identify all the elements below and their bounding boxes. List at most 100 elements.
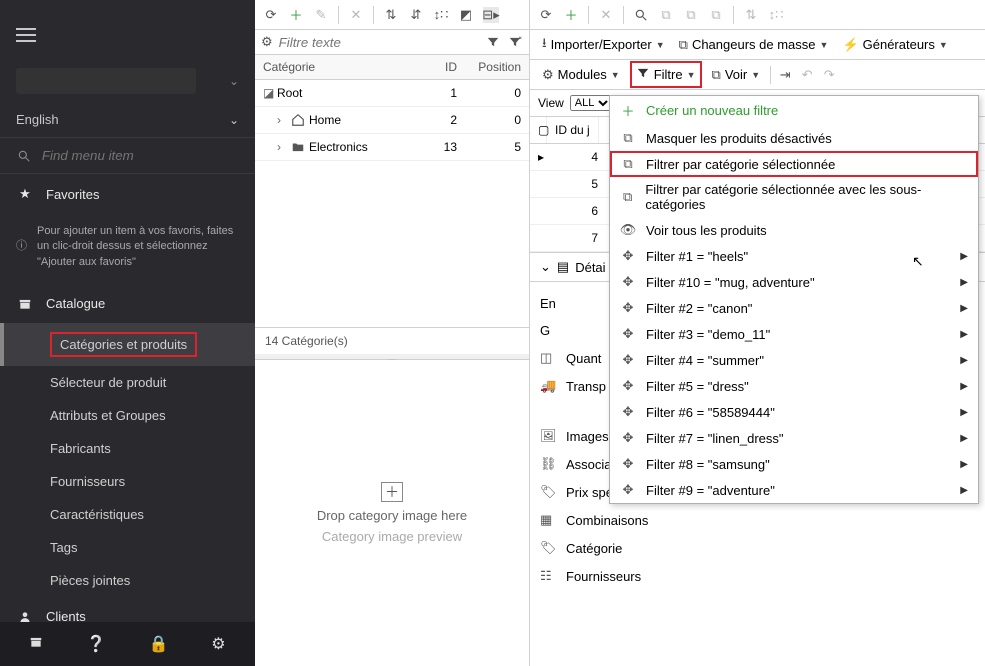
drop-subtitle: Category image preview xyxy=(322,529,462,544)
filter-dropdown[interactable]: Filtre▼ xyxy=(630,61,702,88)
sidebar-clients[interactable]: Clients xyxy=(0,597,255,622)
settings-icon[interactable]: ⊟▸ xyxy=(483,7,499,23)
edit-icon: ✎ xyxy=(313,7,329,23)
menu-filter-by-category[interactable]: ⧉Filtrer par catégorie sélectionnée↖ xyxy=(610,151,978,177)
grid-id-header[interactable]: ID du j xyxy=(547,117,599,143)
modules-dropdown[interactable]: ⚙Modules▼ xyxy=(538,64,624,86)
refresh-icon[interactable]: ⟳ xyxy=(263,7,279,23)
add-icon[interactable]: ＋ xyxy=(288,7,304,23)
filter-dropdown-menu: ＋Créer un nouveau filtre ⧉Masquer les pr… xyxy=(609,95,979,504)
import-export-dropdown[interactable]: ⭳Importer/Exporter▼ xyxy=(538,31,669,59)
menu-filter-2[interactable]: ✥Filter #2 = "canon"▶ xyxy=(610,295,978,321)
language-label: English xyxy=(16,112,59,127)
menu-filter-3[interactable]: ✥Filter #3 = "demo_11"▶ xyxy=(610,321,978,347)
sort-icon[interactable]: ↕∷ xyxy=(433,7,449,23)
sidebar-sub-categories[interactable]: Catégories et produits xyxy=(0,323,255,366)
catalogue-label: Catalogue xyxy=(46,296,105,311)
puzzle-icon: ✥ xyxy=(620,404,636,420)
filter-clear-icon[interactable] xyxy=(507,34,523,50)
menu-filter-7[interactable]: ✥Filter #7 = "linen_dress"▶ xyxy=(610,425,978,451)
chevron-right-icon: ▶ xyxy=(960,485,968,496)
chevron-down-icon: ⌄ xyxy=(229,74,239,88)
grid-select-header[interactable]: ▢ xyxy=(530,117,547,143)
sidebar-sub-suppliers[interactable]: Fournisseurs xyxy=(0,465,255,498)
collapse-icon[interactable]: ⇵ xyxy=(408,7,424,23)
sidebar-sub-tags[interactable]: Tags xyxy=(0,531,255,564)
sidebar-favorites[interactable]: ★ Favorites xyxy=(0,174,255,214)
menu-filter-4[interactable]: ✥Filter #4 = "summer"▶ xyxy=(610,347,978,373)
filter-icon[interactable] xyxy=(485,34,501,50)
chevron-right-icon: ▶ xyxy=(960,303,968,314)
plus-icon: ＋ xyxy=(620,101,636,120)
chevron-right-icon: ▶ xyxy=(960,329,968,340)
expand-icon[interactable]: › xyxy=(277,140,291,154)
view-select[interactable]: ALL xyxy=(570,95,612,111)
menu-filter-1[interactable]: ✥Filter #1 = "heels"▶ xyxy=(610,243,978,269)
tree-header: Catégorie ID Position xyxy=(255,55,529,80)
hamburger-menu-icon[interactable] xyxy=(16,28,36,42)
tree-row-electronics[interactable]: › Electronics 13 5 xyxy=(255,134,529,161)
products-toolbar-3: ⚙Modules▼ Filtre▼ ⧉Voir▼ ⇥ ↶ ↷ xyxy=(530,60,985,90)
chevron-right-icon: ▶ xyxy=(960,407,968,418)
menu-view-all[interactable]: 👁Voir tous les produits xyxy=(610,217,978,243)
filtercat-icon: ⧉ xyxy=(620,156,636,172)
info-icon: ⓘ xyxy=(16,224,27,270)
generators-dropdown[interactable]: ⚡Générateurs▼ xyxy=(838,34,951,56)
help-icon[interactable]: ❔ xyxy=(86,634,106,654)
sidebar-catalogue[interactable]: Catalogue xyxy=(0,284,255,323)
add-icon[interactable]: ＋ xyxy=(563,7,579,23)
mass-change-dropdown[interactable]: ⧉Changeurs de masse▼ xyxy=(675,34,833,56)
image-drop-zone[interactable]: ＋ Drop category image here Category imag… xyxy=(255,360,529,666)
menu-new-filter[interactable]: ＋Créer un nouveau filtre xyxy=(610,96,978,125)
menu-filter-8[interactable]: ✥Filter #8 = "samsung"▶ xyxy=(610,451,978,477)
search-input[interactable] xyxy=(42,148,239,163)
tree-row-root[interactable]: ◪ Root 1 0 xyxy=(255,80,529,107)
indent-icon[interactable]: ⇥ xyxy=(777,67,793,83)
toggle-icon[interactable]: ◩ xyxy=(458,7,474,23)
view-dropdown[interactable]: ⧉Voir▼ xyxy=(708,64,765,86)
person-icon xyxy=(16,610,34,622)
chevron-right-icon: ▶ xyxy=(960,277,968,288)
main-area: ⟳ ＋ ✎ ✕ ⇅ ⇵ ↕∷ ◩ ⊟▸ ⚙ Catégorie ID Posit… xyxy=(255,0,985,666)
archive-icon[interactable] xyxy=(29,635,43,654)
puzzle-icon: ✥ xyxy=(620,430,636,446)
lock-icon[interactable]: 🔒 xyxy=(149,634,169,654)
categories-filter-input[interactable] xyxy=(279,35,479,50)
refresh-icon[interactable]: ⟳ xyxy=(538,7,554,23)
check-icon: ◪ xyxy=(263,86,277,100)
sidebar-sub-selector[interactable]: Sélecteur de produit xyxy=(0,366,255,399)
sort-icon: ↕∷ xyxy=(768,7,784,23)
tag2-icon: 🏷 xyxy=(540,540,558,556)
copy2-icon: ⧉ xyxy=(683,7,699,23)
chevron-down-icon: ⌄ xyxy=(540,259,551,275)
tree-row-home[interactable]: › Home 2 0 xyxy=(255,107,529,134)
sidebar-sub-attributes[interactable]: Attributs et Groupes xyxy=(0,399,255,432)
sidebar-sub-features[interactable]: Caractéristiques xyxy=(0,498,255,531)
categories-filter-row: ⚙ xyxy=(255,30,529,55)
products-toolbar-1: ⟳ ＋ ✕ ⧉ ⧉ ⧉ ⇅ ↕∷ xyxy=(530,0,985,30)
home-icon xyxy=(291,113,309,127)
menu-filter-10[interactable]: ✥Filter #10 = "mug, adventure"▶ xyxy=(610,269,978,295)
sidebar-account-dropdown[interactable]: ⌄ xyxy=(0,52,255,102)
image-icon: 🖼 xyxy=(540,428,558,444)
truck-icon: 🚚 xyxy=(540,378,558,394)
expand-icon[interactable]: ⇅ xyxy=(383,7,399,23)
chevron-right-icon: ▶ xyxy=(960,459,968,470)
menu-filter-5[interactable]: ✥Filter #5 = "dress"▶ xyxy=(610,373,978,399)
menu-filter-6[interactable]: ✥Filter #6 = "58589444"▶ xyxy=(610,399,978,425)
search-icon[interactable] xyxy=(633,7,649,23)
gear-icon[interactable]: ⚙ xyxy=(261,34,273,50)
sidebar-sub-attachments[interactable]: Pièces jointes xyxy=(0,564,255,597)
menu-hide-disabled[interactable]: ⧉Masquer les produits désactivés xyxy=(610,125,978,151)
delete-icon: ✕ xyxy=(348,7,364,23)
language-dropdown[interactable]: English ⌄ xyxy=(0,102,255,137)
expand-icon[interactable]: › xyxy=(277,113,291,127)
menu-filter-by-category-sub[interactable]: ⧉Filtrer par catégorie sélectionnée avec… xyxy=(610,177,978,217)
puzzle-icon: ✥ xyxy=(620,274,636,290)
sidebar-sub-manufacturers[interactable]: Fabricants xyxy=(0,432,255,465)
drop-title: Drop category image here xyxy=(317,508,467,523)
puzzle-icon: ⚙ xyxy=(542,67,554,83)
menu-filter-9[interactable]: ✥Filter #9 = "adventure"▶ xyxy=(610,477,978,503)
tree-status: 14 Catégorie(s) xyxy=(255,327,529,354)
gear-icon[interactable]: ⚙ xyxy=(211,634,225,654)
